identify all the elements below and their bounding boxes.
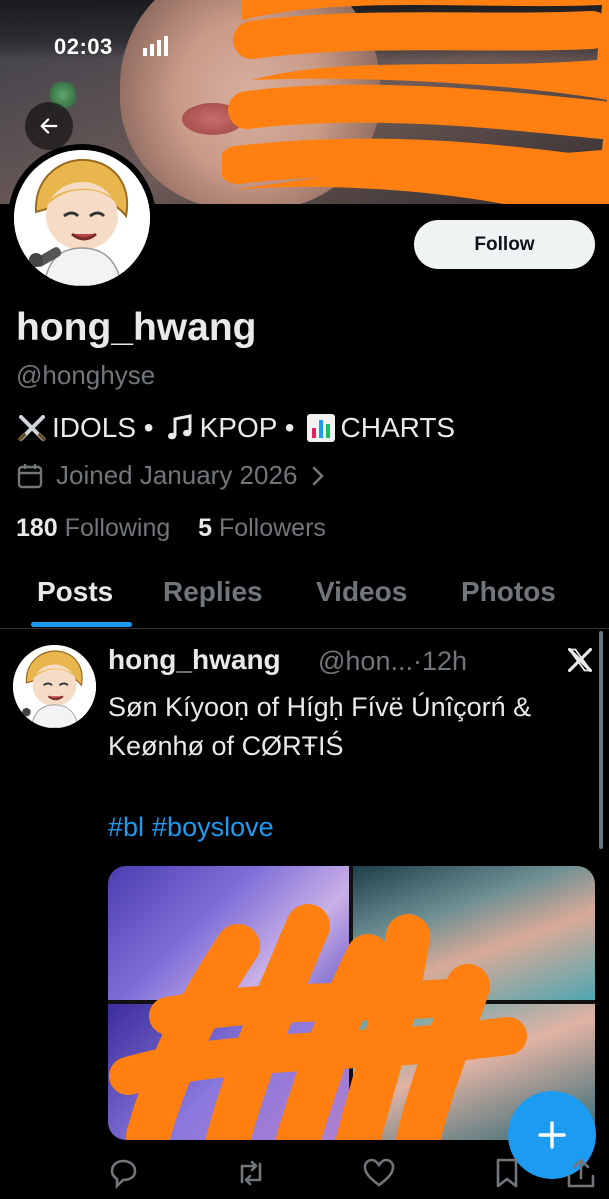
followers-link[interactable]: 5 Followers — [198, 514, 326, 542]
profile-handle: @honghyse — [16, 360, 156, 390]
tab-indicator — [31, 622, 132, 627]
crossed-swords-icon — [18, 415, 46, 441]
hashtag-link[interactable]: #boyslove — [152, 812, 274, 842]
bar-chart-icon — [306, 414, 335, 442]
scrollbar[interactable] — [599, 631, 603, 849]
signal-icon — [143, 36, 168, 56]
following-link[interactable]: 180 Following — [16, 514, 170, 542]
joined-date: Joined January 2026 — [16, 460, 327, 491]
status-time: 02:03 — [54, 34, 113, 59]
hashtag-link[interactable]: #bl — [108, 812, 144, 842]
joined-text: Joined January 2026 — [56, 460, 298, 490]
post-author-handle[interactable]: @hon... — [318, 646, 413, 676]
reply-icon[interactable] — [106, 1156, 140, 1190]
tab-posts[interactable]: Posts — [37, 576, 113, 608]
post-text: Søn Kíyooṇ of Hígḥ Fívë Únîçorń & Keønhø… — [108, 692, 532, 761]
profile-avatar[interactable] — [8, 144, 156, 292]
tabs-divider — [0, 628, 609, 629]
tab-replies[interactable]: Replies — [163, 576, 263, 608]
follow-button[interactable]: Follow — [414, 220, 595, 269]
following-count: 180 — [16, 514, 58, 542]
bookmark-icon[interactable] — [490, 1156, 524, 1190]
back-button[interactable] — [25, 102, 73, 150]
followers-count: 5 — [198, 514, 212, 542]
redaction-scribble — [222, 0, 609, 204]
tab-photos[interactable]: Photos — [461, 576, 556, 608]
post-author-name[interactable]: hong_hwang — [108, 644, 281, 676]
back-arrow-icon — [40, 118, 58, 134]
repost-icon[interactable] — [234, 1156, 268, 1190]
bio-idols: IDOLS • — [52, 412, 154, 443]
redaction-scribble — [109, 904, 527, 1140]
follow-stats: 180 Following 5 Followers — [16, 514, 326, 543]
bio-charts: CHARTS — [340, 412, 456, 443]
profile-display-name: hong_hwang — [16, 306, 257, 349]
post-author-avatar[interactable] — [13, 645, 96, 728]
bio-kpop: KPOP • — [199, 412, 295, 443]
chevron-right-icon[interactable] — [309, 464, 327, 488]
followers-label: Followers — [218, 514, 326, 542]
tab-videos[interactable]: Videos — [316, 576, 407, 608]
post-time: 12h — [421, 646, 468, 676]
like-icon[interactable] — [362, 1156, 396, 1190]
post-media-grid[interactable] — [108, 866, 595, 1140]
post-avatar-illustration — [13, 645, 96, 728]
post-meta: @hon...·12h — [318, 646, 468, 676]
profile-bio: IDOLS • KPOP • CHARTS — [16, 412, 455, 444]
share-icon[interactable] — [564, 1156, 598, 1190]
following-label: Following — [64, 514, 171, 542]
post-hashtags: #bl #boyslove — [108, 812, 282, 843]
music-notes-icon — [167, 414, 192, 440]
plus-icon — [538, 1121, 566, 1149]
x-logo-icon — [567, 647, 593, 673]
calendar-icon — [17, 463, 43, 488]
avatar-illustration — [14, 150, 150, 286]
